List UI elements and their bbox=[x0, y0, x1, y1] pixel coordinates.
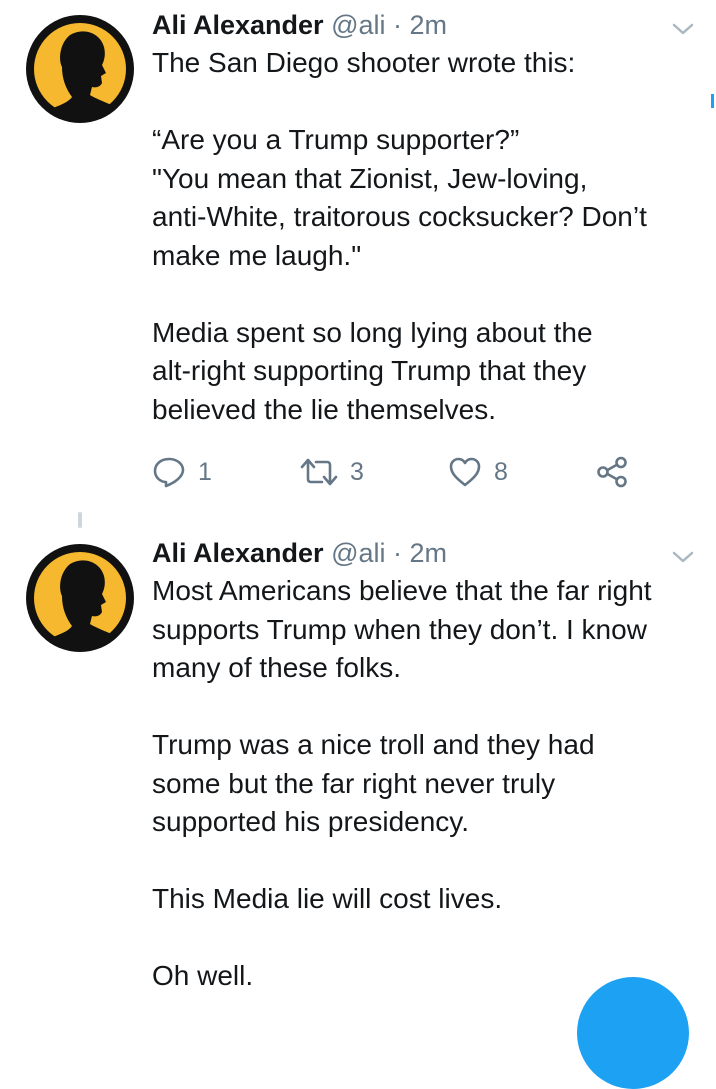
author-handle[interactable]: @ali bbox=[331, 10, 385, 40]
timestamp[interactable]: 2m bbox=[410, 10, 448, 40]
author-name[interactable]: Ali Alexander bbox=[152, 10, 324, 40]
author-name[interactable]: Ali Alexander bbox=[152, 538, 324, 568]
share-button[interactable] bbox=[595, 452, 629, 492]
like-count: 8 bbox=[494, 457, 508, 486]
reply-count: 1 bbox=[198, 457, 212, 486]
silhouette-avatar-icon bbox=[34, 552, 126, 648]
tweet-header: Ali Alexander @ali · 2m bbox=[152, 534, 696, 572]
thread-connector-line bbox=[78, 512, 82, 528]
tweet-line: Media spent so long lying about the bbox=[152, 316, 593, 348]
tweet-line: This Media lie will cost lives. bbox=[152, 883, 503, 914]
tweet-content: Ali Alexander @ali · 2m The San Diego sh… bbox=[152, 6, 696, 429]
tweet-line: anti-White, traitorous cocksucker? Don’t bbox=[152, 201, 647, 232]
reply-button[interactable]: 1 bbox=[152, 452, 212, 492]
tweet-line: The San Diego shooter wrote this: bbox=[152, 47, 576, 78]
tweet[interactable]: Ali Alexander @ali · 2m Most Americans b… bbox=[0, 530, 716, 1017]
tweet-line: many of these folks. bbox=[152, 652, 402, 683]
chevron-down-icon[interactable] bbox=[672, 22, 694, 36]
tweet-line: "You mean that Zionist, Jew-loving, bbox=[152, 162, 588, 194]
tweet-text: Most Americans believe that the far righ… bbox=[152, 572, 696, 996]
retweet-button[interactable]: 3 bbox=[300, 452, 364, 492]
separator: · bbox=[393, 538, 403, 568]
tweet-line: alt-right supporting Trump that they bbox=[152, 355, 587, 386]
reply-icon bbox=[153, 457, 185, 488]
tweet[interactable]: Ali Alexander @ali · 2m The San Diego sh… bbox=[0, 0, 716, 530]
author-handle[interactable]: @ali bbox=[331, 538, 385, 568]
retweet-icon bbox=[300, 458, 338, 486]
tweet-actions: 1 3 8 bbox=[152, 452, 652, 492]
compose-tweet-button[interactable] bbox=[577, 977, 689, 1089]
tweet-line: believed the lie themselves. bbox=[152, 393, 496, 425]
avatar[interactable] bbox=[26, 15, 134, 123]
chevron-down-icon[interactable] bbox=[672, 550, 694, 564]
scroll-indicator bbox=[711, 94, 714, 108]
silhouette-avatar-icon bbox=[34, 23, 126, 119]
timestamp[interactable]: 2m bbox=[410, 538, 448, 568]
tweet-text: The San Diego shooter wrote this: “Are y… bbox=[152, 44, 696, 429]
tweet-header: Ali Alexander @ali · 2m bbox=[152, 6, 696, 44]
tweet-line: make me laugh." bbox=[152, 239, 362, 271]
tweet-line: supported his presidency. bbox=[152, 806, 469, 837]
heart-icon bbox=[449, 457, 481, 487]
share-icon bbox=[597, 456, 627, 488]
tweet-line: Most Americans believe that the far righ… bbox=[152, 575, 652, 606]
avatar[interactable] bbox=[26, 544, 134, 652]
tweet-line: “Are you a Trump supporter?” bbox=[152, 124, 520, 155]
retweet-count: 3 bbox=[350, 457, 364, 486]
tweet-line: supports Trump when they don’t. I know bbox=[152, 613, 647, 645]
like-button[interactable]: 8 bbox=[448, 452, 508, 492]
tweet-content: Ali Alexander @ali · 2m Most Americans b… bbox=[152, 534, 696, 996]
separator: · bbox=[393, 10, 403, 40]
tweet-line: some but the far right never truly bbox=[152, 767, 556, 799]
tweet-line: Trump was a nice troll and they had bbox=[152, 729, 595, 760]
